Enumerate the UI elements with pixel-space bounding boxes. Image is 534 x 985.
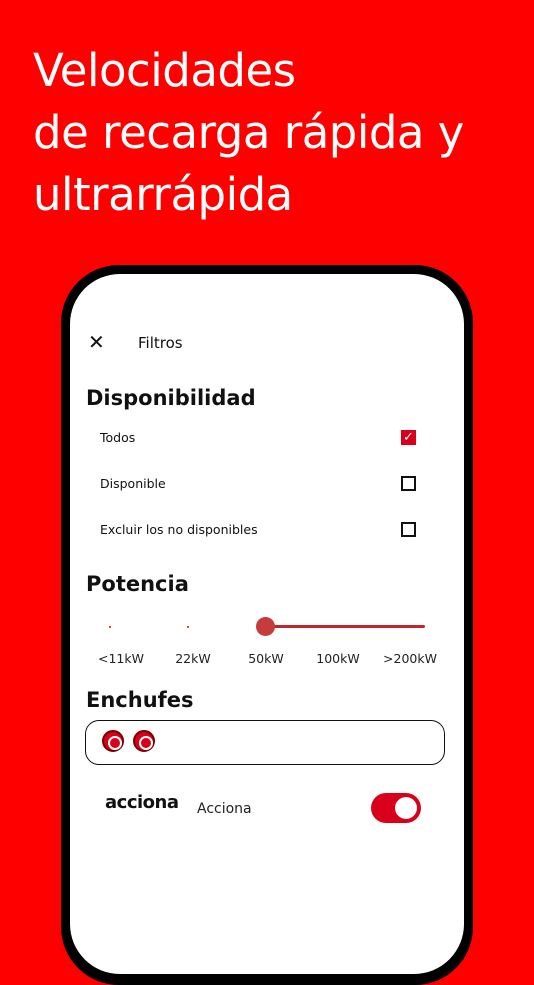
acciona-logo: acciona	[105, 792, 179, 813]
option-disponible-label: Disponible	[100, 476, 166, 491]
power-tick-label: 100kW	[316, 651, 360, 666]
phone-screen: ✕ Filtros Disponibilidad Todos ✓ Disponi…	[70, 274, 464, 974]
plugs-heading: Enchufes	[86, 688, 194, 712]
option-excluir-label: Excluir los no disponibles	[100, 522, 258, 537]
power-slider-range	[265, 625, 425, 628]
operator-label: Acciona	[197, 801, 252, 817]
power-tick-label: 50kW	[248, 651, 284, 666]
headline-line-1: Velocidades	[33, 44, 296, 97]
power-heading: Potencia	[86, 572, 189, 596]
operator-toggle[interactable]	[371, 793, 421, 823]
power-tick-label: 22kW	[175, 651, 211, 666]
power-tick-label: <11kW	[98, 651, 144, 666]
option-excluir-checkbox[interactable]	[401, 522, 416, 537]
option-disponible-checkbox[interactable]	[401, 476, 416, 491]
option-todos-label: Todos	[100, 430, 136, 445]
headline: Velocidades de recarga rápida y ultrarrá…	[33, 40, 513, 226]
power-slider-thumb[interactable]	[256, 617, 275, 636]
close-icon[interactable]: ✕	[88, 330, 105, 354]
plug-type-icon[interactable]	[133, 730, 155, 752]
headline-line-3: ultrarrápida	[33, 168, 293, 221]
slider-step-dot	[187, 626, 189, 628]
slider-step-dot	[109, 626, 111, 628]
filters-title: Filtros	[138, 334, 183, 352]
availability-heading: Disponibilidad	[86, 386, 256, 410]
power-tick-label: >200kW	[383, 651, 437, 666]
headline-line-2: de recarga rápida y	[33, 106, 464, 159]
toggle-knob	[395, 797, 417, 819]
plug-selector[interactable]	[85, 720, 445, 765]
plug-type-icon[interactable]	[102, 730, 124, 752]
option-todos-checkbox[interactable]: ✓	[401, 430, 416, 445]
